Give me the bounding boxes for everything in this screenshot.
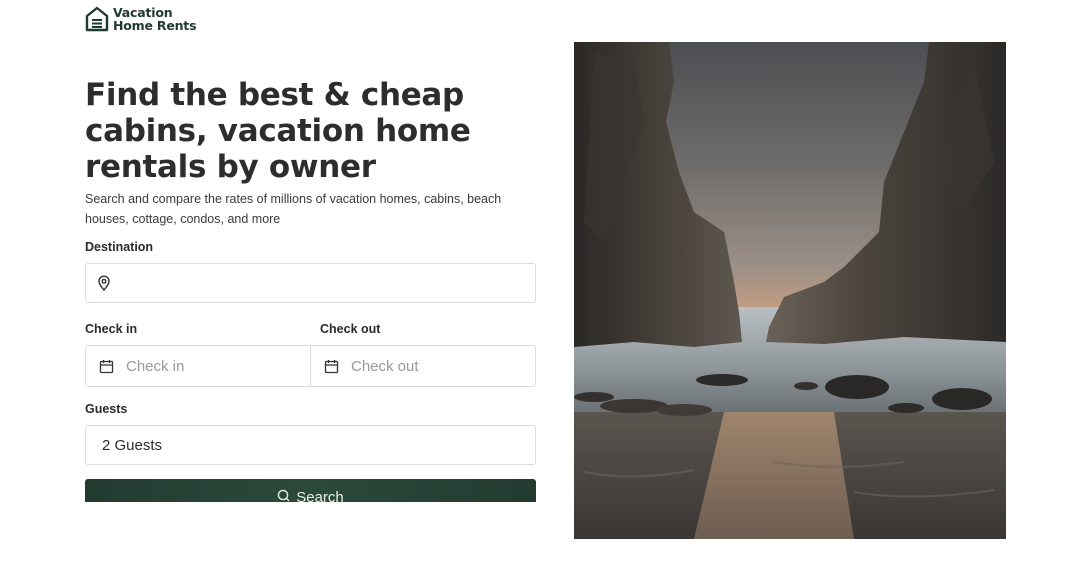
check-in-field[interactable] [86,346,310,386]
brand-logo[interactable]: Vacation Home Rents [85,6,197,33]
check-in-label: Check in [85,322,138,336]
house-logo-icon [85,6,109,32]
check-out-field[interactable] [310,346,535,386]
date-range-picker [85,345,536,387]
hero-subtitle: Search and compare the rates of millions… [85,192,502,226]
calendar-icon [324,359,339,374]
brand-name-line2: Home Rents [113,18,197,33]
guests-select[interactable]: 2 Guests [85,425,536,465]
hero-photo [574,42,1006,539]
destination-field[interactable] [85,263,536,303]
check-out-input[interactable] [351,357,501,375]
guests-label: Guests [85,402,128,416]
search-button[interactable]: Search [85,479,536,502]
search-button-label: Search [296,489,344,502]
guests-value: 2 Guests [102,436,163,454]
check-out-label: Check out [320,322,381,336]
destination-label: Destination [85,240,154,254]
map-pin-icon [97,275,111,291]
check-in-input[interactable] [126,357,276,375]
hero-title: Find the best & cheap cabins, vacation h… [85,77,471,185]
calendar-icon [99,359,114,374]
brand-name: Vacation Home Rents [113,6,197,33]
search-icon [277,489,290,502]
destination-input[interactable] [121,274,535,292]
